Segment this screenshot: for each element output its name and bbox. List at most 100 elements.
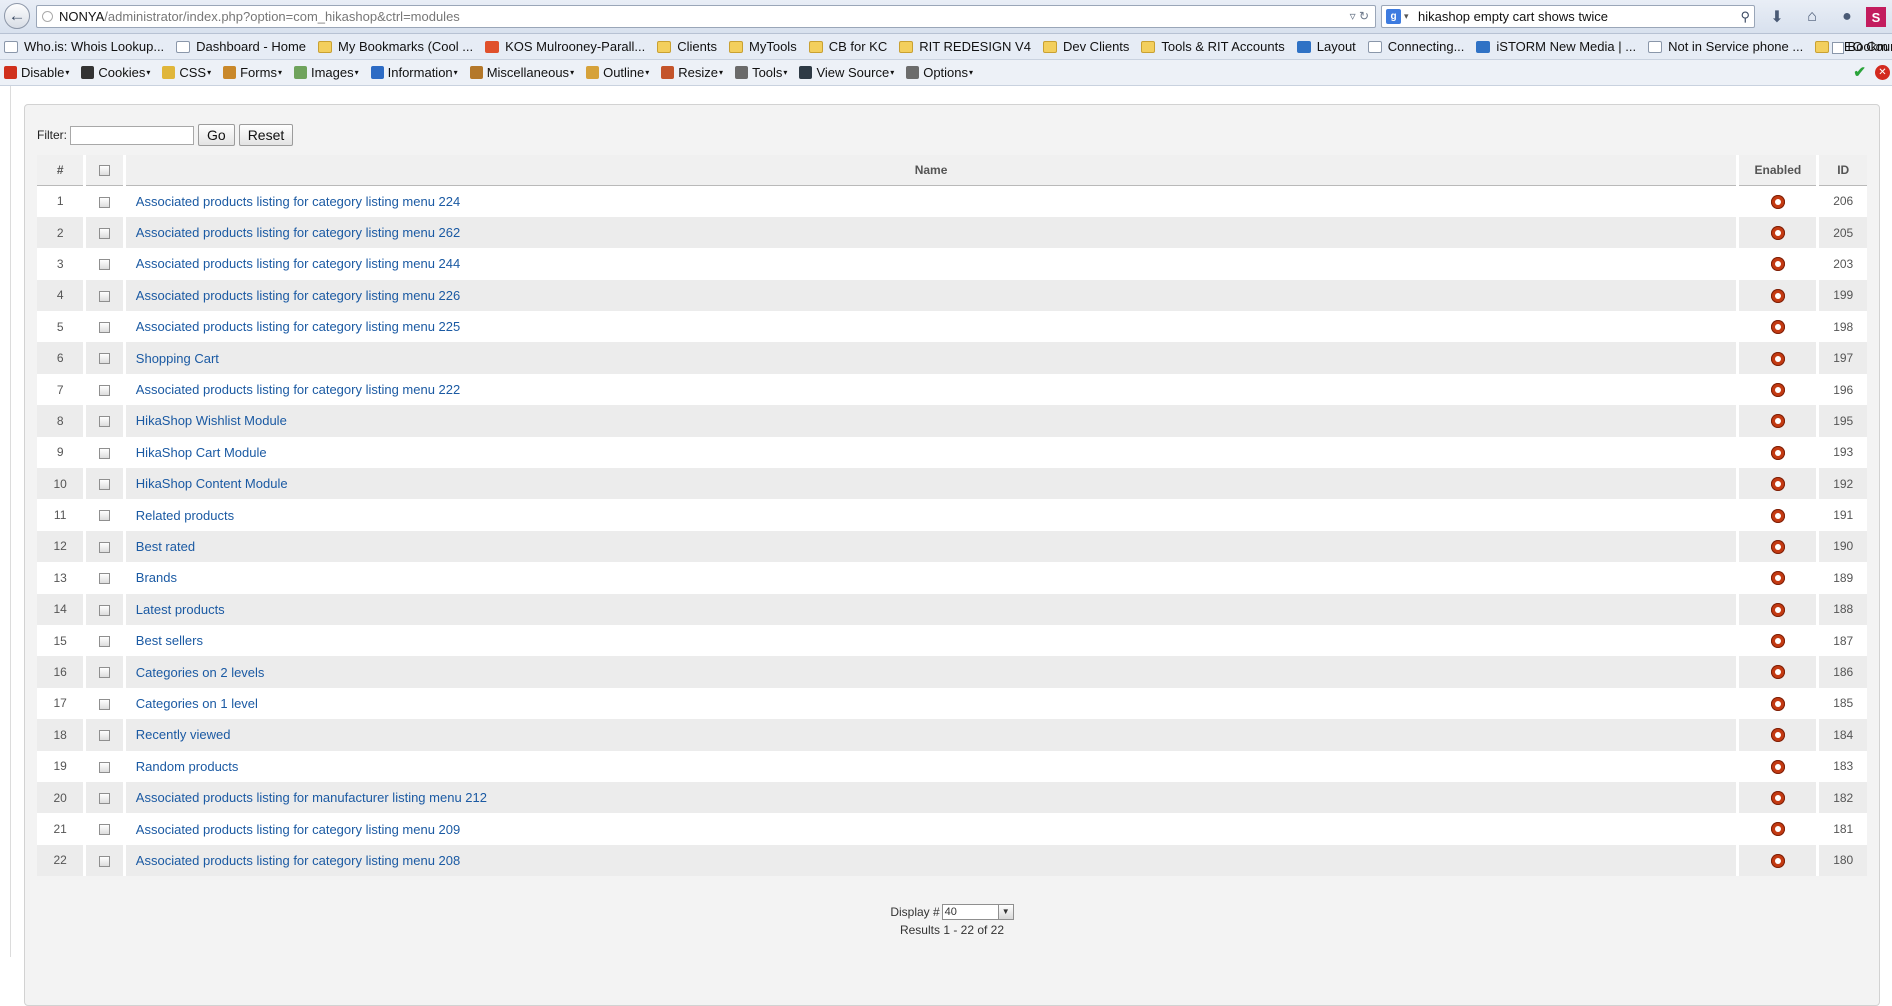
toolbar-menu-view-source[interactable]: View Source ▾ [799,60,894,85]
toolbar-menu-forms[interactable]: Forms ▾ [223,60,282,85]
header-name[interactable]: Name [124,155,1740,186]
toolbar-menu-information[interactable]: Information ▾ [370,60,458,85]
toolbar-menu-tools[interactable]: Tools ▾ [735,60,787,85]
module-name-link[interactable]: Associated products listing for category… [136,225,460,240]
toolbar-menu-cookies[interactable]: Cookies ▾ [81,60,150,85]
enabled-toggle-icon[interactable] [1770,194,1785,209]
enabled-toggle-icon[interactable] [1770,414,1785,429]
row-checkbox[interactable] [99,573,111,585]
enabled-toggle-icon[interactable] [1770,634,1785,649]
bookmark-item[interactable]: Connecting... [1367,34,1464,59]
search-magnifier-icon[interactable]: ⚲ [1740,6,1750,27]
toolbar-menu-disable[interactable]: Disable ▾ [4,60,69,85]
bookmark-item[interactable]: Dev Clients [1042,34,1129,59]
toolbar-menu-images[interactable]: Images ▾ [293,60,359,85]
select-all-checkbox[interactable] [99,165,111,177]
row-checkbox[interactable] [99,855,111,867]
toolbar-menu-resize[interactable]: Resize ▾ [661,60,723,85]
bookmark-item[interactable]: Tools & RIT Accounts [1141,34,1285,59]
module-name-link[interactable]: Associated products listing for category… [136,853,460,868]
enabled-toggle-icon[interactable] [1770,728,1785,743]
row-checkbox[interactable] [99,290,111,302]
module-name-link[interactable]: Latest products [136,602,225,617]
row-checkbox[interactable] [99,510,111,522]
module-name-link[interactable]: Recently viewed [136,727,231,742]
enabled-toggle-icon[interactable] [1770,571,1785,586]
download-icon[interactable]: ⬇ [1766,6,1788,28]
addon-s-icon[interactable]: S [1866,7,1886,27]
back-button[interactable]: ← [4,3,30,29]
row-checkbox[interactable] [99,479,111,491]
url-dropdown-icon[interactable]: ▿ [1350,9,1356,23]
header-enabled[interactable]: Enabled [1737,155,1820,186]
bookmark-item[interactable]: KOS Mulrooney-Parall... [485,34,645,59]
enabled-toggle-icon[interactable] [1770,665,1785,680]
module-name-link[interactable]: Associated products listing for category… [136,288,460,303]
module-name-link[interactable]: Shopping Cart [136,351,219,366]
bookmark-item[interactable]: iSTORM New Media | ... [1476,34,1636,59]
row-checkbox[interactable] [99,384,111,396]
row-checkbox[interactable] [99,792,111,804]
module-name-link[interactable]: Random products [136,759,239,774]
enabled-toggle-icon[interactable] [1770,759,1785,774]
filter-input[interactable] [70,125,194,145]
go-button[interactable]: Go [198,124,235,146]
bookmark-item[interactable]: Not in Service phone ... [1648,34,1803,59]
row-checkbox[interactable] [99,353,111,365]
toolbar-close-icon[interactable]: ✕ [1875,65,1890,80]
row-checkbox[interactable] [99,227,111,239]
bookmark-item[interactable]: MyTools [729,34,797,59]
enabled-toggle-icon[interactable] [1770,853,1785,868]
bookmark-item[interactable]: Clients [657,34,717,59]
module-name-link[interactable]: Related products [136,508,234,523]
enabled-toggle-icon[interactable] [1770,382,1785,397]
display-count-select[interactable]: 40 ▼ [941,904,1014,920]
enabled-toggle-icon[interactable] [1770,477,1785,492]
toolbar-menu-options[interactable]: Options ▾ [906,60,973,85]
reload-icon[interactable]: ↻ [1359,9,1369,23]
enabled-toggle-icon[interactable] [1770,320,1785,335]
reset-button[interactable]: Reset [238,124,294,146]
row-checkbox[interactable] [99,541,111,553]
enabled-toggle-icon[interactable] [1770,288,1785,303]
enabled-toggle-icon[interactable] [1770,226,1785,240]
module-name-link[interactable]: Best sellers [136,633,203,648]
row-checkbox[interactable] [99,447,111,459]
bookmark-item[interactable]: CB for KC [808,34,887,59]
row-checkbox[interactable] [99,604,111,616]
enabled-toggle-icon[interactable] [1770,539,1785,554]
toolbar-menu-miscellaneous[interactable]: Miscellaneous ▾ [469,60,574,85]
url-bar[interactable]: NONYA/administrator/index.php?option=com… [36,5,1376,28]
row-checkbox[interactable] [99,698,111,710]
row-checkbox[interactable] [99,824,111,836]
row-checkbox[interactable] [99,416,111,428]
row-checkbox[interactable] [99,196,111,208]
toolbar-menu-outline[interactable]: Outline ▾ [586,60,649,85]
module-name-link[interactable]: Associated products listing for category… [136,822,460,837]
module-name-link[interactable]: Brands [136,570,177,585]
search-engine-icon[interactable]: g [1386,9,1401,24]
row-checkbox[interactable] [99,635,111,647]
toolbar-menu-css[interactable]: CSS ▾ [162,60,211,85]
search-engine-caret-icon[interactable]: ▾ [1404,6,1409,27]
bookmark-item[interactable]: Dashboard - Home [176,34,306,59]
module-name-link[interactable]: HikaShop Wishlist Module [136,413,287,428]
enabled-toggle-icon[interactable] [1770,445,1785,460]
bookmark-item[interactable]: Layout [1296,34,1356,59]
enabled-toggle-icon[interactable] [1770,791,1785,806]
module-name-link[interactable]: Associated products listing for category… [136,256,460,271]
module-name-link[interactable]: Associated products listing for category… [136,319,460,334]
row-checkbox[interactable] [99,667,111,679]
search-bar[interactable]: g ▾ hikashop empty cart shows twice ⚲ [1381,5,1755,28]
header-id[interactable]: ID [1817,155,1867,186]
bookmark-item[interactable]: Who.is: Whois Lookup... [4,34,164,59]
row-checkbox[interactable] [99,730,111,742]
bookmark-item[interactable]: RIT REDESIGN V4 [899,34,1031,59]
select-dropdown-arrow-icon[interactable]: ▼ [997,905,1013,919]
enabled-toggle-icon[interactable] [1770,351,1785,366]
module-name-link[interactable]: HikaShop Cart Module [136,445,267,460]
module-name-link[interactable]: Categories on 2 levels [136,665,265,680]
module-name-link[interactable]: HikaShop Content Module [136,476,288,491]
bookmark-item[interactable]: My Bookmarks (Cool ... [318,34,473,59]
enabled-toggle-icon[interactable] [1770,602,1785,617]
